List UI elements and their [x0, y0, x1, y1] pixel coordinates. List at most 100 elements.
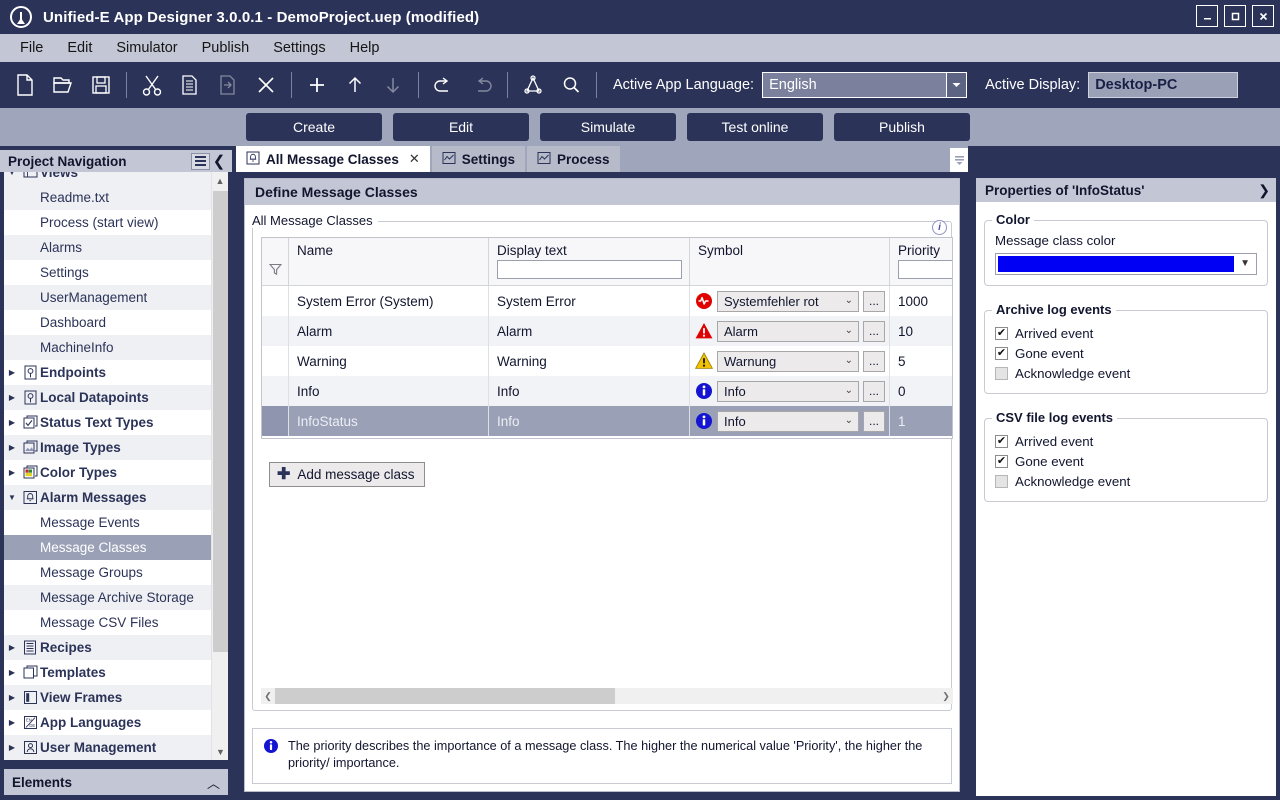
chevron-right-icon[interactable]: ▶: [4, 668, 20, 677]
symbol-browse-button[interactable]: ...: [863, 410, 885, 432]
checkbox-gone-event[interactable]: ✔ Gone event: [995, 343, 1257, 363]
cell-name[interactable]: Alarm: [289, 316, 489, 346]
filter-input-display-text[interactable]: [497, 260, 682, 279]
sidebar-item-user-management[interactable]: ▶ User Management: [4, 735, 211, 760]
column-header-name[interactable]: Name: [289, 238, 489, 285]
sidebar-item-settings[interactable]: Settings: [4, 260, 211, 285]
undo-icon[interactable]: [425, 66, 463, 104]
copy-icon[interactable]: [171, 66, 209, 104]
chevron-right-icon[interactable]: ▶: [4, 368, 20, 377]
maximize-button[interactable]: [1224, 5, 1246, 27]
checkbox-box[interactable]: ✔: [995, 434, 1008, 448]
sidebar-item-dashboard[interactable]: Dashboard: [4, 310, 211, 335]
paste-icon[interactable]: [209, 66, 247, 104]
cell-display-text[interactable]: Alarm: [489, 316, 690, 346]
chevron-right-icon[interactable]: ▶: [4, 743, 20, 752]
sidebar-item-alarms[interactable]: Alarms: [4, 235, 211, 260]
checkbox-arrived-event[interactable]: ✔ Arrived event: [995, 431, 1257, 451]
elements-panel-header[interactable]: Elements ︿: [4, 769, 228, 795]
sidebar-scrollbar[interactable]: ▲ ▼: [211, 172, 228, 760]
cell-name[interactable]: System Error (System): [289, 286, 489, 316]
cell-priority[interactable]: 0: [890, 376, 952, 406]
sidebar-item-endpoints[interactable]: ▶ Endpoints: [4, 360, 211, 385]
scroll-left-icon[interactable]: ❮: [261, 691, 275, 702]
scroll-up-icon[interactable]: ▲: [212, 172, 228, 189]
info-badge-icon[interactable]: i: [932, 220, 947, 235]
column-header-display-text[interactable]: Display text: [489, 238, 690, 285]
add-icon[interactable]: [298, 66, 336, 104]
table-row[interactable]: Alarm Alarm Alarm ⌄... 10: [262, 316, 952, 346]
cell-display-text[interactable]: Info: [489, 376, 690, 406]
cell-priority[interactable]: 5: [890, 346, 952, 376]
menu-settings[interactable]: Settings: [261, 37, 337, 59]
edit-button[interactable]: Edit: [393, 113, 529, 141]
active-language-select[interactable]: English: [762, 72, 968, 98]
chevron-right-icon[interactable]: ▶: [4, 643, 20, 652]
column-header-priority[interactable]: Priority: [890, 238, 952, 285]
simulate-button[interactable]: Simulate: [540, 113, 676, 141]
menu-simulator[interactable]: Simulator: [104, 37, 189, 59]
sidebar-item-message-classes[interactable]: Message Classes: [4, 535, 211, 560]
cell-priority[interactable]: 1: [890, 406, 952, 436]
chevron-right-icon[interactable]: ▶: [4, 468, 20, 477]
cell-display-text[interactable]: Info: [489, 406, 690, 436]
scroll-thumb[interactable]: [275, 688, 615, 704]
sidebar-item-message-events[interactable]: Message Events: [4, 510, 211, 535]
sidebar-scroll-thumb[interactable]: [213, 191, 228, 652]
menu-file[interactable]: File: [8, 37, 55, 59]
sidebar-item-views[interactable]: ▼ Views: [4, 172, 211, 185]
table-row[interactable]: Info Info Info ⌄... 0: [262, 376, 952, 406]
chevron-right-icon[interactable]: ▶: [4, 393, 20, 402]
chevron-right-icon[interactable]: ▶: [4, 418, 20, 427]
delete-icon[interactable]: [247, 66, 285, 104]
close-button[interactable]: [1252, 5, 1274, 27]
chevron-right-icon[interactable]: ▶: [4, 718, 20, 727]
row-selector[interactable]: [262, 286, 289, 316]
symbol-browse-button[interactable]: ...: [863, 290, 885, 312]
open-folder-icon[interactable]: [44, 66, 82, 104]
save-icon[interactable]: [82, 66, 120, 104]
cell-display-text[interactable]: System Error: [489, 286, 690, 316]
move-down-icon[interactable]: [374, 66, 412, 104]
close-icon[interactable]: ✕: [409, 151, 420, 167]
sidebar-item-local-datapoints[interactable]: ▶ Local Datapoints: [4, 385, 211, 410]
checkbox-box[interactable]: ✔: [995, 346, 1008, 360]
sidebar-item-process-start-view[interactable]: Process (start view): [4, 210, 211, 235]
tab-settings[interactable]: Settings: [431, 146, 525, 172]
menu-help[interactable]: Help: [338, 37, 392, 59]
chevron-up-icon[interactable]: ︿: [207, 773, 220, 792]
test-online-button[interactable]: Test online: [687, 113, 823, 141]
scroll-down-icon[interactable]: ▼: [212, 743, 228, 760]
table-row[interactable]: InfoStatus Info Info ⌄... 1: [262, 406, 952, 436]
table-horizontal-scrollbar[interactable]: ❮ ❯: [261, 688, 953, 704]
cell-name[interactable]: Warning: [289, 346, 489, 376]
checkbox-gone-event[interactable]: ✔ Gone event: [995, 451, 1257, 471]
chevron-down-icon[interactable]: ▼: [4, 493, 20, 502]
menu-hamburger-icon[interactable]: [191, 152, 210, 170]
new-file-icon[interactable]: [6, 66, 44, 104]
sidebar-item-message-groups[interactable]: Message Groups: [4, 560, 211, 585]
message-class-color-select[interactable]: ▼: [995, 253, 1257, 275]
cell-name[interactable]: Info: [289, 376, 489, 406]
active-display-value[interactable]: Desktop-PC: [1088, 72, 1239, 98]
sidebar-item-status-text-types[interactable]: ▶ Status Text Types: [4, 410, 211, 435]
table-row[interactable]: System Error (System) System Error Systemf…: [262, 286, 952, 316]
sidebar-item-alarm-messages[interactable]: ▼ Alarm Messages: [4, 485, 211, 510]
cut-icon[interactable]: [133, 66, 171, 104]
scroll-right-icon[interactable]: ❯: [939, 691, 953, 702]
row-selector[interactable]: [262, 316, 289, 346]
row-selector[interactable]: [262, 346, 289, 376]
sidebar-item-image-types[interactable]: ▶ Image Types: [4, 435, 211, 460]
checkbox-box[interactable]: ✔: [995, 454, 1008, 468]
cell-priority[interactable]: 1000: [890, 286, 952, 316]
create-button[interactable]: Create: [246, 113, 382, 141]
collapse-panel-icon[interactable]: ❮: [210, 152, 228, 170]
column-header-symbol[interactable]: Symbol: [690, 238, 890, 285]
search-icon[interactable]: [552, 66, 590, 104]
menu-edit[interactable]: Edit: [55, 37, 104, 59]
tab-overflow-button[interactable]: [950, 148, 968, 172]
cell-display-text[interactable]: Warning: [489, 346, 690, 376]
sidebar-item-app-languages[interactable]: ▶ EN DE App Languages: [4, 710, 211, 735]
redo-icon[interactable]: [463, 66, 501, 104]
tab-all-message-classes[interactable]: All Message Classes ✕: [236, 146, 430, 172]
